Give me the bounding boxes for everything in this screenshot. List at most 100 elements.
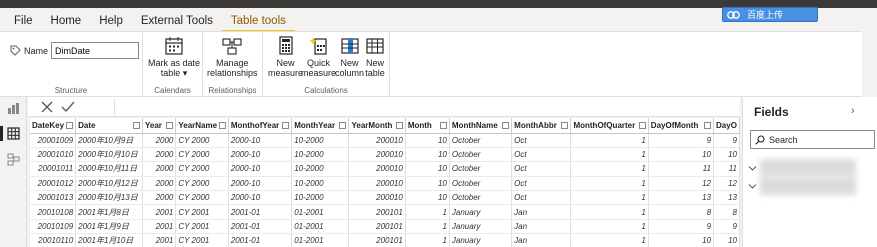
filter-dropdown-icon[interactable] (133, 122, 141, 129)
table-cell[interactable]: January (449, 219, 513, 235)
table-cell[interactable]: 10-2000 (291, 161, 350, 177)
column-header[interactable]: DayO (713, 118, 740, 134)
table-cell[interactable]: January (449, 233, 513, 247)
table-cell[interactable]: 2000年10月11日 (75, 161, 144, 177)
cancel-formula-icon[interactable] (40, 100, 54, 114)
table-cell[interactable]: 200101 (348, 204, 406, 220)
table-cell[interactable]: CY 2000 (175, 133, 229, 148)
table-cell[interactable]: Oct (511, 147, 572, 163)
tab-home[interactable]: Home (42, 10, 91, 32)
filter-dropdown-icon[interactable] (638, 122, 646, 129)
table-cell[interactable]: 2001年1月10日 (75, 233, 144, 247)
table-cell[interactable]: CY 2001 (175, 233, 229, 247)
table-cell[interactable]: 2000年10月13日 (75, 190, 144, 206)
table-cell[interactable]: 20010108 (30, 204, 77, 220)
table-cell[interactable]: 01-2001 (291, 204, 350, 220)
table-cell[interactable]: 12 (648, 176, 715, 192)
table-row[interactable]: 20001010 2000年10月10日 2000 CY 2000 2000-10 10-… (30, 147, 740, 163)
table-cell[interactable]: 2001 (142, 219, 177, 235)
table-cell[interactable]: 2000年10月10日 (75, 147, 144, 163)
table-cell[interactable]: Jan (511, 204, 572, 220)
table-cell[interactable]: 10 (648, 147, 715, 163)
table-row[interactable]: 20001012 2000年10月12日 2000 CY 2000 2000-10 10-… (30, 176, 740, 192)
table-cell[interactable]: Oct (511, 190, 572, 206)
filter-dropdown-icon[interactable] (395, 122, 403, 129)
table-cell[interactable]: 10 (713, 147, 740, 163)
filter-dropdown-icon[interactable] (502, 122, 510, 129)
table-cell[interactable]: 2000 (142, 176, 177, 192)
table-cell[interactable]: 200010 (348, 133, 406, 148)
tab-external-tools[interactable]: External Tools (132, 10, 222, 32)
table-cell[interactable]: 1 (570, 147, 649, 163)
table-cell[interactable]: 1 (570, 219, 649, 235)
table-cell[interactable]: 10 (405, 161, 450, 177)
table-row[interactable]: 20010110 2001年1月10日 2001 CY 2001 2001-01 01-2… (30, 233, 740, 247)
report-view-icon[interactable] (7, 102, 20, 115)
table-cell[interactable]: 10-2000 (291, 133, 350, 148)
table-cell[interactable]: 10-2000 (291, 190, 350, 206)
table-cell[interactable]: 9 (648, 133, 715, 148)
table-cell[interactable]: 01-2001 (291, 219, 350, 235)
tab-file[interactable]: File (0, 10, 42, 32)
filter-dropdown-icon[interactable] (339, 122, 347, 129)
column-header[interactable]: YearMonth (348, 118, 406, 134)
formula-input[interactable] (114, 99, 734, 115)
table-cell[interactable]: 20001011 (30, 161, 77, 177)
table-cell[interactable]: 12 (713, 176, 740, 192)
table-cell[interactable]: 1 (570, 204, 649, 220)
table-cell[interactable]: 2001 (142, 204, 177, 220)
table-cell[interactable]: 2001-01 (228, 219, 293, 235)
table-cell[interactable]: 10 (405, 147, 450, 163)
table-cell[interactable]: CY 2000 (175, 176, 229, 192)
table-cell[interactable]: 200010 (348, 190, 406, 206)
table-row[interactable]: 20010109 2001年1月9日 2001 CY 2001 2001-01 01-20… (30, 219, 740, 235)
table-cell[interactable]: CY 2000 (175, 147, 229, 163)
table-cell[interactable]: 10 (648, 233, 715, 247)
fields-tree-item[interactable] (748, 177, 856, 195)
table-cell[interactable]: 1 (570, 233, 649, 247)
table-cell[interactable]: CY 2001 (175, 219, 229, 235)
column-header[interactable]: MonthAbbr (511, 118, 572, 134)
column-header[interactable]: DateKey (30, 118, 77, 134)
fields-tree-item[interactable] (748, 159, 856, 177)
table-cell[interactable]: 2000 (142, 147, 177, 163)
table-cell[interactable]: 8 (713, 204, 740, 220)
table-row[interactable]: 20001009 2000年10月9日 2000 CY 2000 2000-10 10-2… (30, 133, 740, 148)
table-cell[interactable]: 2001 (142, 233, 177, 247)
table-cell[interactable]: 11 (713, 161, 740, 177)
filter-dropdown-icon[interactable] (561, 122, 569, 129)
table-cell[interactable]: Oct (511, 176, 572, 192)
table-cell[interactable]: 2000 (142, 190, 177, 206)
table-cell[interactable]: 200010 (348, 147, 406, 163)
table-cell[interactable]: 20001012 (30, 176, 77, 192)
column-header[interactable]: MonthName (449, 118, 513, 134)
table-cell[interactable]: Oct (511, 161, 572, 177)
table-cell[interactable]: 2001-01 (228, 204, 293, 220)
table-cell[interactable]: 01-2001 (291, 233, 350, 247)
quick-measure-button[interactable]: Quick measure (301, 36, 336, 78)
new-table-button[interactable]: New table (365, 36, 385, 78)
commit-formula-icon[interactable] (61, 100, 75, 114)
filter-dropdown-icon[interactable] (218, 122, 226, 129)
table-cell[interactable]: 10 (405, 190, 450, 206)
table-cell[interactable]: 9 (713, 133, 740, 148)
table-cell[interactable]: 1 (405, 233, 450, 247)
collapse-pane-icon[interactable]: › (851, 105, 855, 117)
table-cell[interactable]: 200010 (348, 176, 406, 192)
data-view-icon[interactable] (7, 127, 20, 140)
table-cell[interactable]: 1 (405, 204, 450, 220)
table-cell[interactable]: 10 (405, 176, 450, 192)
table-cell[interactable]: 20010110 (30, 233, 77, 247)
filter-dropdown-icon[interactable] (66, 122, 74, 129)
column-header[interactable]: MonthYear (291, 118, 350, 134)
table-cell[interactable]: October (449, 161, 513, 177)
table-cell[interactable]: 200101 (348, 233, 406, 247)
fields-search-input[interactable]: Search (750, 130, 875, 149)
table-cell[interactable]: 2000 (142, 133, 177, 148)
table-cell[interactable]: 13 (713, 190, 740, 206)
table-cell[interactable]: Jan (511, 233, 572, 247)
table-cell[interactable]: 2000-10 (228, 190, 293, 206)
table-cell[interactable]: October (449, 147, 513, 163)
table-cell[interactable]: CY 2000 (175, 161, 229, 177)
table-cell[interactable]: 2000-10 (228, 176, 293, 192)
